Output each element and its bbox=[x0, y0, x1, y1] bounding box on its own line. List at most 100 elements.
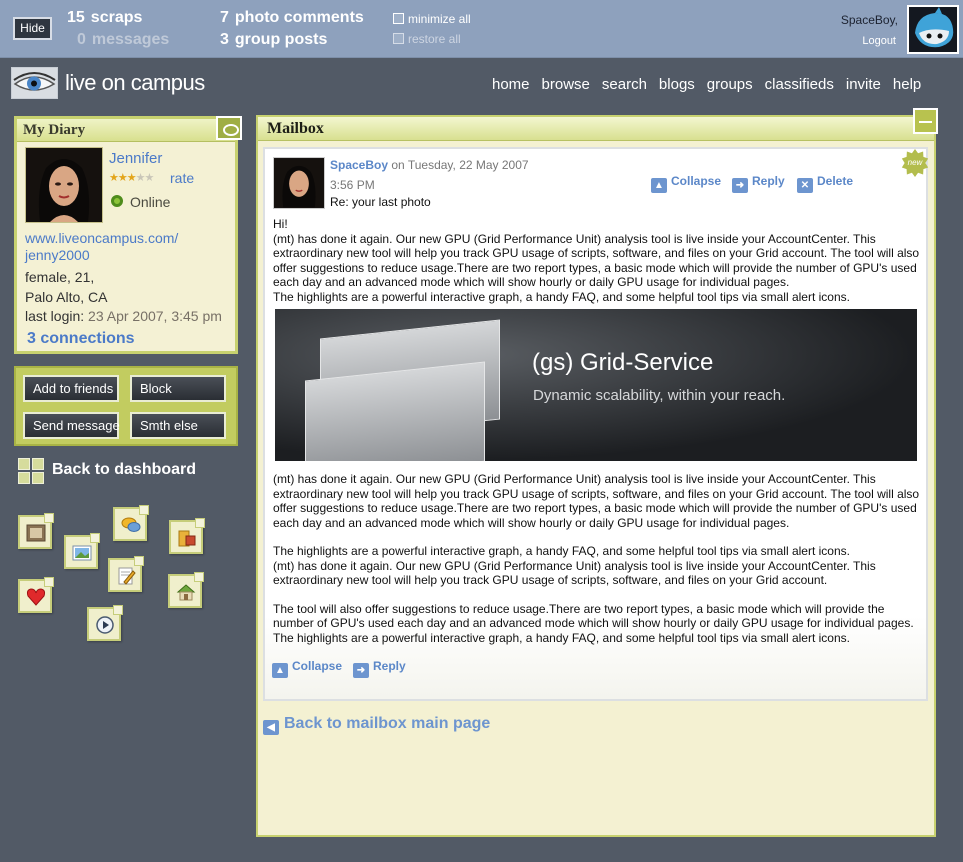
chat-widget[interactable] bbox=[113, 505, 149, 541]
reply-button-bottom[interactable]: ➜ Reply bbox=[353, 659, 406, 678]
messages-count: 0 bbox=[77, 31, 86, 48]
hide-button[interactable]: Hide bbox=[13, 17, 52, 40]
last-login-label: last login: bbox=[25, 308, 85, 324]
add-to-friends-button[interactable]: Add to friends bbox=[23, 375, 119, 402]
user-avatar[interactable] bbox=[907, 5, 959, 54]
back-to-mailbox-link[interactable]: ◀ Back to mailbox main page bbox=[263, 715, 490, 735]
collapse-button-bottom[interactable]: ▲ Collapse bbox=[272, 659, 342, 678]
collapse-label: Collapse bbox=[292, 659, 343, 673]
message-card: new SpaceBoy on Tuesday, 22 May 2007 3:5… bbox=[263, 147, 929, 701]
group-posts-label: group posts bbox=[234, 31, 328, 48]
photo-comments-count: 7 bbox=[220, 9, 229, 26]
home-widget[interactable] bbox=[168, 572, 204, 608]
reply-arrow-icon: ➜ bbox=[353, 663, 369, 678]
media-widget[interactable] bbox=[87, 605, 123, 641]
send-message-button[interactable]: Send message bbox=[23, 412, 120, 439]
smth-else-button[interactable]: Smth else bbox=[130, 412, 226, 439]
restore-all-link[interactable]: restore all bbox=[393, 32, 461, 46]
nav-help[interactable]: help bbox=[893, 76, 921, 96]
main-nav: home browse search blogs groups classifi… bbox=[492, 76, 933, 96]
delete-button[interactable]: ✕ Delete bbox=[797, 174, 853, 193]
banner-title: (gs) Grid-Service bbox=[532, 349, 714, 376]
message-paragraph-2: (mt) has done it again. Our new GPU (Gri… bbox=[273, 472, 920, 530]
profile-gender-age: female, 21, bbox=[25, 269, 95, 285]
robot-avatar-icon bbox=[909, 7, 957, 52]
grid-service-banner[interactable]: (gs) Grid-Service Dynamic scalability, w… bbox=[275, 309, 917, 461]
sender-avatar[interactable] bbox=[273, 157, 325, 209]
reply-arrow-icon: ➜ bbox=[732, 178, 748, 193]
delete-x-icon: ✕ bbox=[797, 178, 813, 193]
message-paragraph-1b: The highlights are a powerful interactiv… bbox=[273, 289, 850, 304]
mailbox-title: Mailbox bbox=[258, 117, 934, 141]
messages-link[interactable]: 0 messages bbox=[77, 31, 169, 49]
profile-location: Palo Alto, CA bbox=[25, 289, 108, 305]
group-posts-count: 3 bbox=[220, 31, 229, 48]
rating-stars[interactable]: ★★★★★ bbox=[109, 171, 155, 184]
reply-button[interactable]: ➜ Reply bbox=[732, 174, 785, 193]
star-empty-icon: ★ bbox=[144, 172, 155, 184]
notes-widget[interactable] bbox=[108, 556, 144, 592]
collapse-label: Collapse bbox=[671, 174, 722, 188]
gallery-widget[interactable] bbox=[64, 533, 100, 569]
rate-link[interactable]: rate bbox=[170, 170, 194, 186]
folder-icon bbox=[177, 528, 197, 548]
my-diary-panel: My Diary Jennifer ★★★★★ rate Online www.… bbox=[14, 116, 242, 354]
nav-search[interactable]: search bbox=[602, 76, 647, 96]
dashboard-icon[interactable] bbox=[18, 458, 45, 484]
profile-last-login: last login: 23 Apr 2007, 3:45 pm bbox=[25, 308, 222, 324]
group-posts-link[interactable]: 3 group posts bbox=[220, 31, 327, 49]
profile-url-link[interactable]: www.liveoncampus.com/ jenny2000 bbox=[25, 230, 178, 264]
restore-icon bbox=[393, 33, 404, 44]
photo-comments-link[interactable]: 7 photo comments bbox=[220, 9, 364, 27]
message-paragraph-3b: (mt) has done it again. Our new GPU (Gri… bbox=[273, 558, 876, 588]
message-body-bottom: (mt) has done it again. Our new GPU (Gri… bbox=[273, 472, 921, 645]
chat-bubbles-icon bbox=[121, 515, 141, 535]
favorites-widget[interactable] bbox=[18, 577, 54, 613]
reply-label: Reply bbox=[373, 659, 406, 673]
sender-name-link[interactable]: SpaceBoy bbox=[330, 158, 388, 172]
collapse-arrow-icon: ▲ bbox=[272, 663, 288, 678]
restore-all-label: restore all bbox=[408, 32, 461, 46]
minimize-icon bbox=[393, 13, 404, 24]
connections-link[interactable]: 3 connections bbox=[27, 330, 135, 348]
collapse-button[interactable]: ▲ Collapse bbox=[651, 174, 721, 193]
star-icon: ★ bbox=[117, 172, 128, 184]
eye-icon[interactable] bbox=[216, 116, 242, 140]
message-paragraph-1: (mt) has done it again. Our new GPU (Gri… bbox=[273, 231, 920, 290]
profile-photo[interactable] bbox=[25, 147, 103, 223]
scraps-count: 15 bbox=[67, 9, 85, 26]
message-paragraph-4a: The tool will also offer suggestions to … bbox=[273, 601, 914, 631]
minimize-panel-icon[interactable] bbox=[913, 108, 938, 134]
online-status: Online bbox=[130, 194, 171, 210]
photo-frame-widget[interactable] bbox=[18, 513, 54, 549]
back-to-dashboard-link[interactable]: Back to dashboard bbox=[52, 461, 196, 479]
nav-groups[interactable]: groups bbox=[707, 76, 753, 96]
minimize-all-link[interactable]: minimize all bbox=[393, 12, 471, 26]
online-status-icon bbox=[111, 195, 123, 207]
new-badge: new bbox=[901, 149, 929, 177]
nav-invite[interactable]: invite bbox=[846, 76, 881, 96]
nav-classifieds[interactable]: classifieds bbox=[765, 76, 834, 96]
current-user-name: SpaceBoy, bbox=[840, 13, 898, 27]
nav-blogs[interactable]: blogs bbox=[659, 76, 695, 96]
photo-frame-icon bbox=[26, 523, 46, 543]
logo-eye-icon[interactable] bbox=[11, 67, 58, 99]
last-login-value: 23 Apr 2007, 3:45 pm bbox=[88, 308, 222, 324]
status-bar: Hide 15 scraps 0 messages 7 photo comments … bbox=[0, 0, 963, 58]
mailbox-panel: Mailbox new SpaceBoy on Tuesday, 22 May … bbox=[256, 108, 938, 837]
logout-link[interactable]: Logout bbox=[862, 35, 896, 47]
message-paragraph-3a: The highlights are a powerful interactiv… bbox=[273, 544, 850, 558]
nav-home[interactable]: home bbox=[492, 76, 530, 96]
photo-comments-label: photo comments bbox=[234, 9, 364, 26]
profile-name-link[interactable]: Jennifer bbox=[109, 150, 162, 167]
folder-widget[interactable] bbox=[169, 518, 205, 554]
site-logo-text[interactable]: live on campus bbox=[65, 70, 205, 96]
scraps-link[interactable]: 15 scraps bbox=[67, 9, 142, 27]
star-empty-icon: ★ bbox=[135, 172, 146, 184]
nav-browse[interactable]: browse bbox=[542, 76, 590, 96]
profile-portrait-icon bbox=[26, 148, 102, 222]
heart-icon bbox=[26, 587, 46, 607]
message-date: on Tuesday, 22 May 2007 bbox=[391, 158, 529, 172]
message-time: 3:56 PM bbox=[330, 178, 375, 192]
block-button[interactable]: Block bbox=[130, 375, 226, 402]
